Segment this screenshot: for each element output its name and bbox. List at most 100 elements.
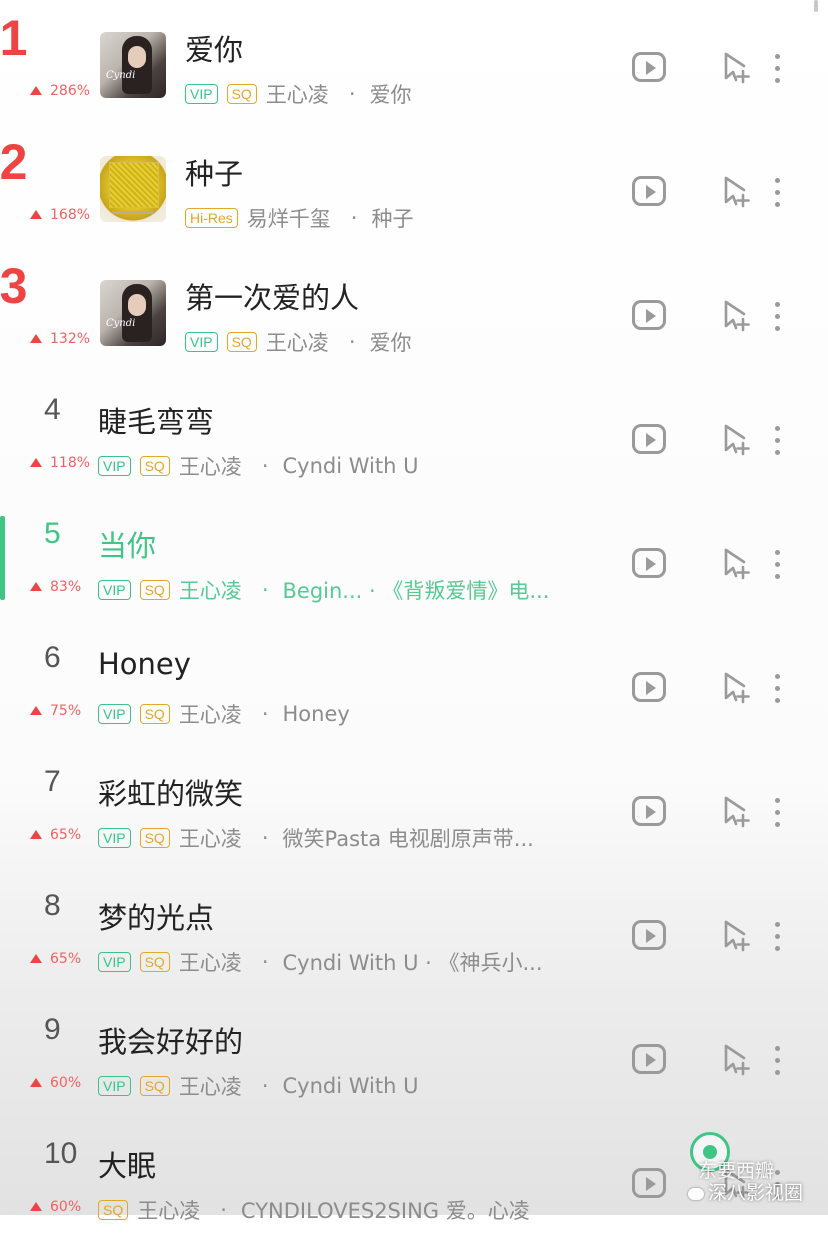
row-actions [568,372,828,496]
song-title: 彩虹的微笑 [98,777,244,811]
add-to-playlist-icon[interactable] [722,794,754,828]
more-options-icon[interactable] [772,922,782,952]
more-options-icon[interactable] [772,1046,782,1076]
album-cover[interactable]: Cyndi [100,32,166,98]
row-actions [568,124,828,248]
play-video-icon[interactable] [632,176,666,206]
add-to-playlist-icon[interactable] [722,918,754,952]
song-meta: VIP SQ 王心凌 · 爱你 [185,327,412,357]
separator-dot: · [348,330,356,354]
more-options-icon[interactable] [772,674,782,704]
song-row[interactable]: 4 118% 睫毛弯弯 VIP SQ 王心凌 · Cyndi With U [0,372,828,496]
separator-dot: · [261,950,269,974]
more-options-icon[interactable] [772,798,782,828]
add-to-playlist-icon[interactable] [722,298,754,332]
add-to-playlist-icon[interactable] [722,1042,754,1076]
trend-indicator: 286% [30,83,90,99]
more-options-icon[interactable] [772,550,782,580]
separator-dot: · [261,578,269,602]
wechat-icon [688,1187,704,1200]
trend-up-icon [30,210,42,219]
trend-indicator: 83% [30,579,81,595]
song-title: Honey [98,647,191,681]
add-to-playlist-icon[interactable] [722,174,754,208]
album-name: 爱你 [369,83,412,107]
more-options-icon[interactable] [772,178,782,208]
song-row[interactable]: 3 132% Cyndi 第一次爱的人 VIP SQ 王心凌 · 爱你 [0,248,828,372]
trend-percent: 83% [50,579,82,595]
song-title: 我会好好的 [98,1025,244,1059]
song-title: 第一次爱的人 [185,281,360,315]
row-actions [568,620,828,744]
play-video-icon[interactable] [632,52,666,82]
add-to-playlist-icon[interactable] [722,546,754,580]
play-video-icon[interactable] [632,1044,666,1074]
trend-percent: 60% [50,1075,82,1091]
artist-name: 王心凌 [178,579,242,603]
rank-number: 4 [44,393,61,426]
sq-badge: SQ [139,952,170,972]
trend-up-icon [30,954,42,963]
trend-percent: 65% [50,827,82,843]
play-video-icon[interactable] [632,300,666,330]
trend-indicator: 65% [30,951,81,967]
more-options-icon[interactable] [772,426,782,456]
album-cover[interactable] [100,156,166,222]
play-video-icon[interactable] [632,1168,666,1198]
song-row[interactable]: 7 65% 彩虹的微笑 VIP SQ 王心凌 · 微笑Pasta 电视剧原声带... [0,744,828,868]
album-cover[interactable]: Cyndi [100,280,166,346]
row-actions [568,248,828,372]
trend-up-icon [30,582,42,591]
play-video-icon[interactable] [632,796,666,826]
more-options-icon[interactable] [772,302,782,332]
more-options-icon[interactable] [772,54,782,84]
song-row[interactable]: 1 286% Cyndi 爱你 VIP SQ 王心凌 · 爱你 [0,0,828,124]
trend-indicator: 118% [30,455,90,471]
artist-name: 王心凌 [178,827,242,851]
add-to-playlist-icon[interactable] [722,50,754,84]
vip-badge: VIP [98,456,131,476]
trend-up-icon [30,86,42,95]
trend-percent: 286% [50,83,91,99]
song-title: 爱你 [185,33,244,67]
song-title: 睫毛弯弯 [98,405,215,439]
song-row[interactable]: 5 83% 当你 VIP SQ 王心凌 · Begin... · 《背叛爱情》电... [0,496,828,620]
trend-indicator: 168% [30,207,90,223]
album-name: Cyndi With U [282,454,419,478]
play-video-icon[interactable] [632,424,666,454]
play-video-icon[interactable] [632,548,666,578]
play-video-icon[interactable] [632,920,666,950]
vip-badge: VIP [185,332,218,352]
add-to-playlist-icon[interactable] [722,670,754,704]
song-row[interactable]: 8 65% 梦的光点 VIP SQ 王心凌 · Cyndi With U · 《神兵小... [0,868,828,992]
song-title: 种子 [185,157,244,191]
artist-name: 王心凌 [178,455,242,479]
song-meta: VIP SQ 王心凌 · Cyndi With U [98,1071,418,1101]
trend-up-icon [30,706,42,715]
trend-up-icon [30,830,42,839]
song-title: 梦的光点 [98,901,215,935]
song-row[interactable]: 6 75% Honey VIP SQ 王心凌 · Honey [0,620,828,744]
trend-up-icon [30,458,42,467]
add-to-playlist-icon[interactable] [722,422,754,456]
separator-dot: · [220,1198,227,1222]
trend-percent: 65% [50,951,82,967]
rank-number: 2 [0,134,28,190]
song-title: 大眠 [98,1149,157,1183]
artist-name: 王心凌 [178,1075,242,1099]
song-row[interactable]: 9 60% 我会好好的 VIP SQ 王心凌 · Cyndi With U [0,992,828,1116]
trend-percent: 118% [50,455,91,471]
play-video-icon[interactable] [632,672,666,702]
artist-name: 易烊千玺 [246,207,331,231]
rank-number: 5 [44,517,61,550]
album-name: Honey [282,702,350,726]
sq-badge: SQ [139,704,170,724]
artist-name: 王心凌 [137,1199,201,1223]
album-name: CYNDILOVES2SING 爱。心凌 [240,1199,530,1223]
rank-number: 8 [44,889,61,922]
separator-dot: · [348,82,356,106]
separator-dot: · [261,826,269,850]
sq-badge: SQ [139,456,170,476]
song-meta: VIP SQ 王心凌 · Honey [98,699,350,729]
song-row[interactable]: 2 168% 种子 Hi-Res 易烊千玺 · 种子 [0,124,828,248]
